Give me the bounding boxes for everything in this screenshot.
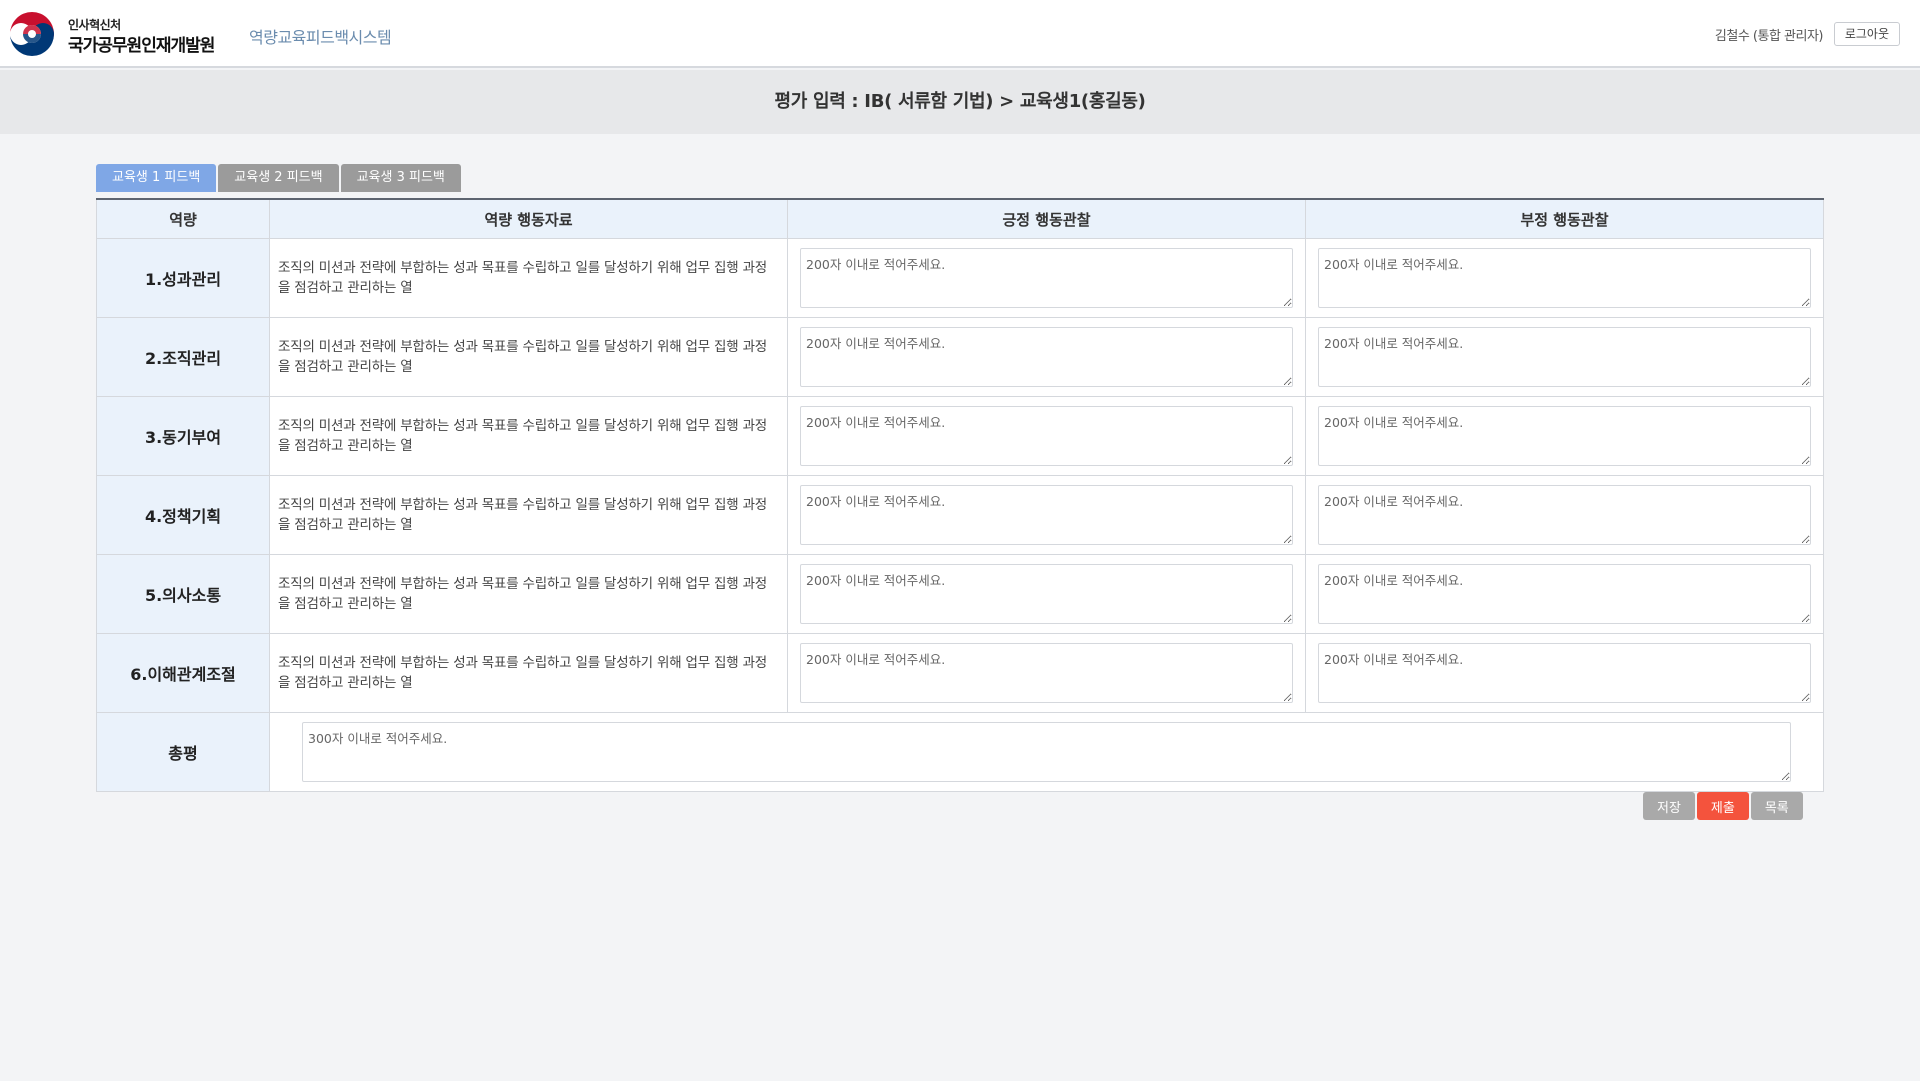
table-row: 5.의사소통 조직의 미션과 전략에 부합하는 성과 목표를 수립하고 일를 달… [96,554,1824,634]
positive-observation-input[interactable] [800,643,1293,703]
tab-trainee-2[interactable]: 교육생 2 피드백 [218,164,339,192]
total-review-row: 총평 [96,712,1824,792]
page-title-bar: 평가 입력 : IB( 서류함 기법) > 교육생1(홍길동) [0,70,1920,134]
system-name[interactable]: 역량교육피드백시스템 [249,24,392,48]
header-competency: 역량 [96,198,270,239]
top-header: 인사혁신처 국가공무원인재개발원 역량교육피드백시스템 김철수 (통합 관리자)… [0,0,1920,68]
action-buttons: 저장 제출 목록 [1641,792,1803,820]
evaluation-table: 역량 역량 행동자료 긍정 행동관찰 부정 행동관찰 1.성과관리 조직의 미션… [96,198,1824,792]
competency-description: 조직의 미션과 전략에 부합하는 성과 목표를 수립하고 일를 달성하기 위해 … [269,475,788,555]
negative-observation-input[interactable] [1318,406,1811,466]
positive-observation-cell [787,317,1306,397]
table-row: 2.조직관리 조직의 미션과 전략에 부합하는 성과 목표를 수립하고 일를 달… [96,317,1824,397]
positive-observation-input[interactable] [800,327,1293,387]
government-emblem-logo[interactable] [9,11,55,57]
negative-observation-cell [1305,633,1824,713]
negative-observation-input[interactable] [1318,485,1811,545]
save-button[interactable]: 저장 [1643,792,1695,820]
competency-name: 4.정책기획 [96,475,270,555]
page-title: 평가 입력 : IB( 서류함 기법) > 교육생1(홍길동) [774,91,1146,112]
positive-observation-input[interactable] [800,248,1293,308]
negative-observation-input[interactable] [1318,248,1811,308]
total-review-cell [269,712,1824,792]
submit-button[interactable]: 제출 [1696,792,1749,820]
competency-description: 조직의 미션과 전략에 부합하는 성과 목표를 수립하고 일를 달성하기 위해 … [269,238,788,318]
competency-name: 1.성과관리 [96,238,270,318]
header-positive-observation: 긍정 행동관찰 [787,198,1306,239]
competency-description: 조직의 미션과 전략에 부합하는 성과 목표를 수립하고 일를 달성하기 위해 … [269,396,788,476]
table-row: 3.동기부여 조직의 미션과 전략에 부합하는 성과 목표를 수립하고 일를 달… [96,396,1824,476]
positive-observation-cell [787,475,1306,555]
positive-observation-input[interactable] [800,485,1293,545]
total-review-input[interactable] [302,722,1791,782]
competency-name: 3.동기부여 [96,396,270,476]
org-name: 국가공무원인재개발원 [68,36,215,56]
negative-observation-cell [1305,396,1824,476]
logout-button[interactable]: 로그아웃 [1833,22,1900,46]
table-row: 6.이해관계조절 조직의 미션과 전략에 부합하는 성과 목표를 수립하고 일를… [96,633,1824,713]
competency-name: 6.이해관계조절 [96,633,270,713]
positive-observation-cell [787,633,1306,713]
competency-description: 조직의 미션과 전략에 부합하는 성과 목표를 수립하고 일를 달성하기 위해 … [269,317,788,397]
competency-name: 2.조직관리 [96,317,270,397]
positive-observation-input[interactable] [800,564,1293,624]
negative-observation-cell [1305,554,1824,634]
positive-observation-cell [787,396,1306,476]
positive-observation-cell [787,554,1306,634]
user-info: 김철수 (통합 관리자) [1714,29,1824,44]
competency-description: 조직의 미션과 전략에 부합하는 성과 목표를 수립하고 일를 달성하기 위해 … [269,554,788,634]
negative-observation-input[interactable] [1318,564,1811,624]
table-row: 4.정책기획 조직의 미션과 전략에 부합하는 성과 목표를 수립하고 일를 달… [96,475,1824,555]
header-negative-observation: 부정 행동관찰 [1305,198,1824,239]
header-behavior-data: 역량 행동자료 [269,198,788,239]
positive-observation-input[interactable] [800,406,1293,466]
competency-description: 조직의 미션과 전략에 부합하는 성과 목표를 수립하고 일를 달성하기 위해 … [269,633,788,713]
table-header-row: 역량 역량 행동자료 긍정 행동관찰 부정 행동관찰 [96,198,1824,239]
total-review-label: 총평 [96,712,270,792]
table-row: 1.성과관리 조직의 미션과 전략에 부합하는 성과 목표를 수립하고 일를 달… [96,238,1824,318]
negative-observation-cell [1305,238,1824,318]
negative-observation-cell [1305,317,1824,397]
negative-observation-cell [1305,475,1824,555]
trainee-tabs: 교육생 1 피드백 교육생 2 피드백 교육생 3 피드백 [96,164,463,192]
positive-observation-cell [787,238,1306,318]
negative-observation-input[interactable] [1318,643,1811,703]
tab-trainee-1[interactable]: 교육생 1 피드백 [96,164,217,192]
negative-observation-input[interactable] [1318,327,1811,387]
list-button[interactable]: 목록 [1750,792,1803,820]
tab-trainee-3[interactable]: 교육생 3 피드백 [340,164,461,192]
competency-name: 5.의사소통 [96,554,270,634]
